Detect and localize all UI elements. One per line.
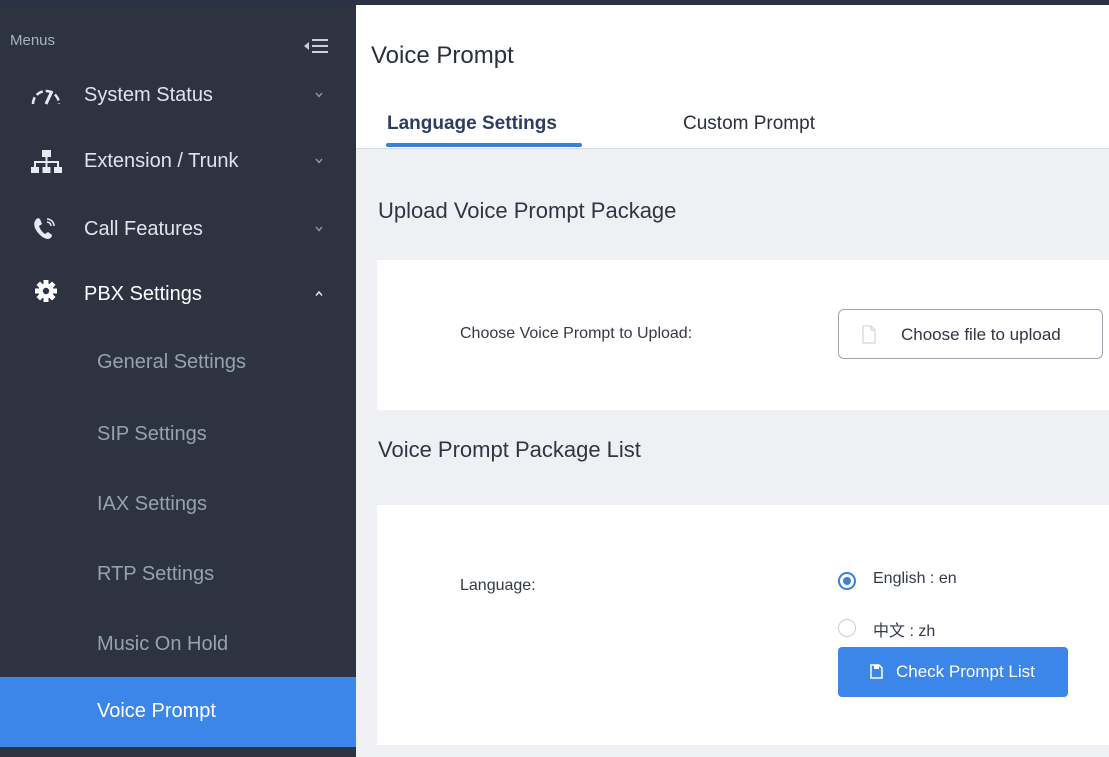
sidebar-subitem-voice-prompt[interactable]: Voice Prompt	[0, 677, 356, 747]
sidebar-subitem-rtp-settings[interactable]: RTP Settings	[0, 540, 356, 610]
radio-chinese[interactable]	[838, 619, 856, 637]
sidebar-item-label: PBX Settings	[84, 283, 202, 305]
sidebar-subitem-sip-settings[interactable]: SIP Settings	[0, 400, 356, 470]
sidebar-subitem-label: Voice Prompt	[97, 700, 216, 722]
sidebar-subitem-iax-settings[interactable]: IAX Settings	[0, 470, 356, 540]
gear-icon	[35, 280, 57, 302]
menus-label: Menus	[10, 32, 56, 49]
sidebar-item-call-features[interactable]: Call Features	[0, 197, 356, 261]
tab-language-settings[interactable]: Language Settings	[387, 113, 557, 135]
phone-icon	[34, 218, 55, 239]
list-section-title: Voice Prompt Package List	[378, 437, 641, 462]
choose-file-button[interactable]: Choose file to upload	[838, 309, 1103, 359]
sidebar-item-label: Extension / Trunk	[84, 150, 239, 172]
sidebar-subitem-label: SIP Settings	[97, 423, 207, 445]
check-prompt-list-label: Check Prompt List	[896, 662, 1035, 681]
collapse-menu-icon[interactable]	[303, 38, 329, 54]
sidebar-subitem-music-on-hold[interactable]: Music On Hold	[0, 610, 356, 680]
radio-chinese-label: 中文 : zh	[873, 623, 936, 640]
sidebar-subitem-label: Music On Hold	[97, 633, 229, 655]
sidebar: Menus System Status Extension / Trunk Ca…	[0, 5, 356, 757]
sidebar-item-pbx-settings[interactable]: PBX Settings	[0, 262, 356, 326]
sidebar-item-label: System Status	[84, 84, 213, 106]
page-title: Voice Prompt	[371, 42, 514, 69]
tab-custom-prompt[interactable]: Custom Prompt	[683, 113, 815, 135]
sidebar-subitem-label: RTP Settings	[97, 563, 215, 585]
choose-file-label: Choose file to upload	[901, 325, 1061, 344]
document-icon	[870, 664, 883, 679]
upload-section-title: Upload Voice Prompt Package	[378, 198, 677, 223]
file-upload-icon	[862, 325, 876, 344]
chevron-down-icon	[315, 92, 323, 98]
chevron-down-icon	[315, 158, 323, 164]
chevron-down-icon	[315, 226, 323, 232]
language-field-label: Language:	[460, 577, 536, 594]
check-prompt-list-button[interactable]: Check Prompt List	[838, 647, 1068, 697]
sidebar-item-system-status[interactable]: System Status	[0, 63, 356, 127]
upload-field-label: Choose Voice Prompt to Upload:	[460, 325, 693, 342]
page-header: Voice Prompt Language Settings Custom Pr…	[356, 5, 1109, 149]
list-card	[377, 505, 1109, 745]
radio-english[interactable]	[838, 572, 856, 590]
chevron-up-icon	[315, 290, 323, 296]
sidebar-subitem-general-settings[interactable]: General Settings	[0, 328, 356, 398]
sidebar-item-label: Call Features	[84, 218, 203, 240]
radio-english-label: English : en	[873, 570, 957, 587]
sidebar-subitem-label: IAX Settings	[97, 493, 208, 515]
sidebar-subitem-label: General Settings	[97, 351, 246, 373]
sidebar-item-extension-trunk[interactable]: Extension / Trunk	[0, 129, 356, 193]
network-icon	[31, 150, 62, 173]
speedometer-icon	[31, 89, 61, 105]
active-tab-indicator	[386, 143, 582, 147]
